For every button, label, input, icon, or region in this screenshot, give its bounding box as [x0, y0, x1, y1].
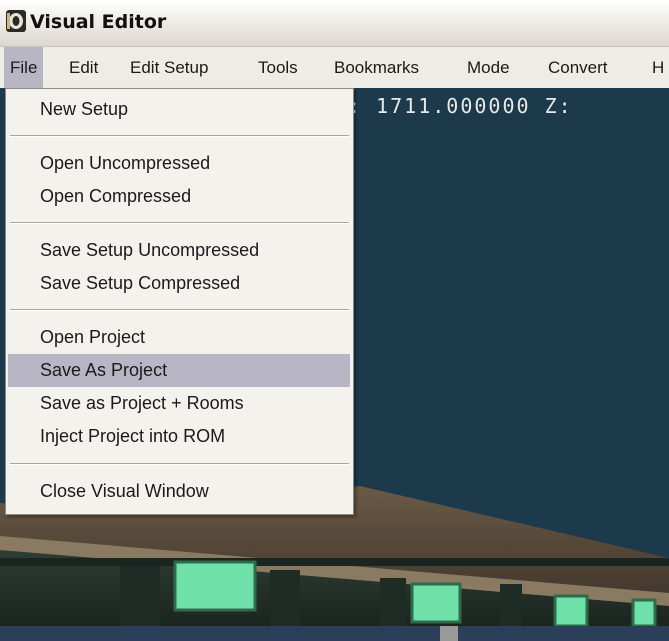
- menu-item-open-uncompressed[interactable]: Open Uncompressed: [8, 147, 350, 180]
- menu-mode[interactable]: Mode: [461, 47, 516, 88]
- coordinates-readout: : 1711.000000 Z:: [348, 94, 573, 118]
- menu-separator: [10, 135, 349, 137]
- menu-bar: File Edit Edit Setup Tools Bookmarks Mod…: [0, 47, 669, 89]
- menu-item-open-project[interactable]: Open Project: [8, 321, 350, 354]
- menu-item-inject-project-rom[interactable]: Inject Project into ROM: [8, 420, 350, 453]
- menu-separator: [10, 309, 349, 311]
- menu-help[interactable]: H: [646, 47, 669, 88]
- menu-separator: [10, 463, 349, 465]
- menu-file[interactable]: File: [4, 47, 44, 88]
- menu-item-save-setup-uncompressed[interactable]: Save Setup Uncompressed: [8, 234, 350, 267]
- menu-edit[interactable]: Edit: [63, 47, 104, 88]
- menu-item-close-visual-window[interactable]: Close Visual Window: [8, 475, 350, 508]
- title-bar: Visual Editor: [0, 0, 669, 47]
- file-menu-dropdown: New Setup Open Uncompressed Open Compres…: [5, 88, 354, 515]
- window-title: Visual Editor: [30, 11, 167, 33]
- menu-convert[interactable]: Convert: [542, 47, 614, 88]
- menu-bookmarks[interactable]: Bookmarks: [328, 47, 425, 88]
- menu-item-save-as-project[interactable]: Save As Project: [8, 354, 350, 387]
- menu-edit-setup[interactable]: Edit Setup: [124, 47, 214, 88]
- menu-item-save-as-project-rooms[interactable]: Save as Project + Rooms: [8, 387, 350, 420]
- menu-item-save-setup-compressed[interactable]: Save Setup Compressed: [8, 267, 350, 300]
- menu-tools[interactable]: Tools: [252, 47, 304, 88]
- app-icon: [6, 10, 26, 32]
- menu-separator: [10, 222, 349, 224]
- menu-item-new-setup[interactable]: New Setup: [8, 93, 350, 126]
- menu-item-open-compressed[interactable]: Open Compressed: [8, 180, 350, 213]
